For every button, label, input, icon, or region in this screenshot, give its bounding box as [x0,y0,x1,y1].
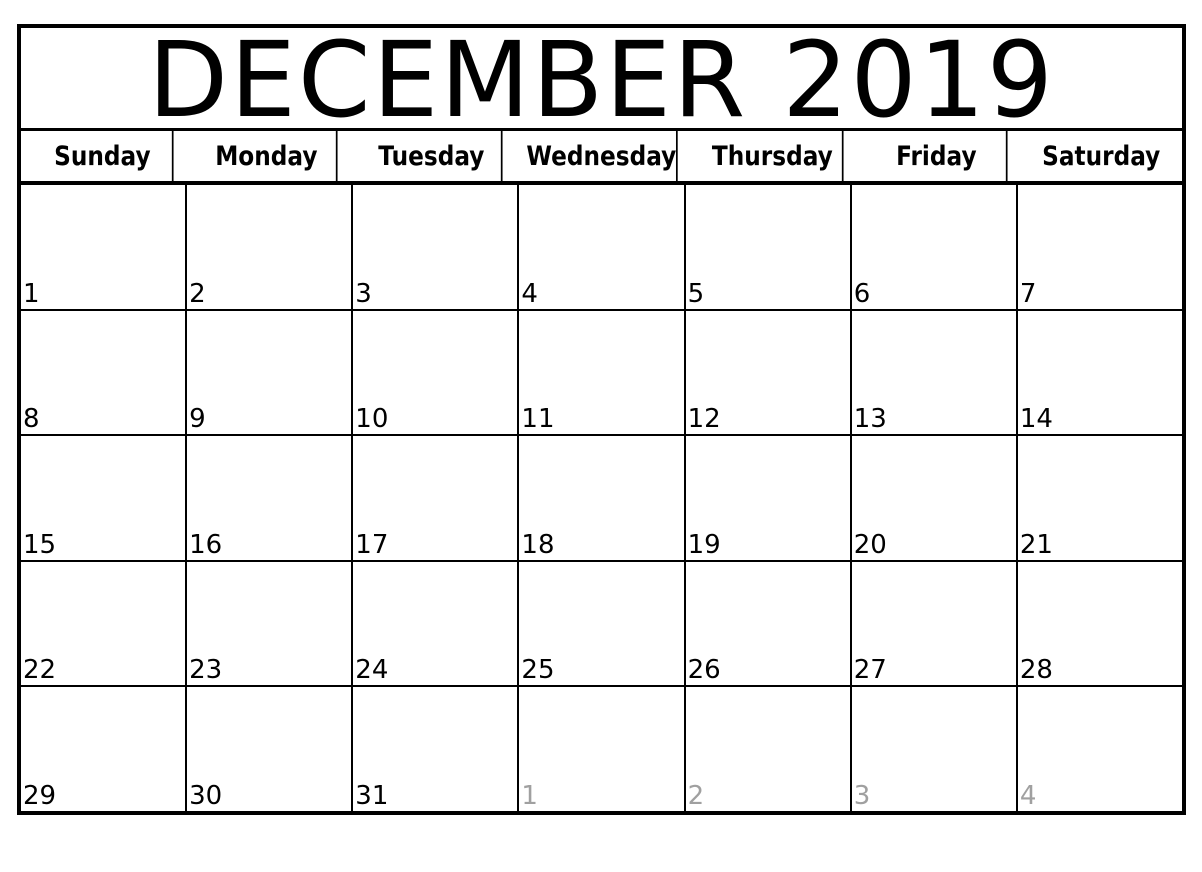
weekday-header-friday: Friday [867,131,1009,181]
weekday-header-sunday: Sunday [33,131,174,181]
day-cell[interactable]: 5 [686,185,852,309]
calendar: DECEMBER 2019 Sunday Monday Tuesday Wednesd… [17,24,1186,815]
day-cell[interactable]: 2 [187,185,354,309]
day-cell[interactable]: 28 [1018,562,1182,686]
day-number: 1 [521,780,538,811]
day-cell[interactable]: 23 [187,561,354,686]
day-number: 28 [1019,655,1053,686]
day-number: 21 [1019,529,1053,560]
day-number: 3 [853,780,871,811]
day-number: 31 [355,780,389,811]
day-cell[interactable]: 11 [519,310,686,435]
day-cell-other-month[interactable]: 3 [852,687,1018,811]
day-cell[interactable]: 15 [21,436,188,560]
calendar-grid: 1 2 3 4 5 6 7 8 9 10 11 12 13 14 15 16 17 18 19 20 21 22 23 24 2… [21,185,1182,811]
day-cell[interactable]: 25 [519,561,686,686]
day-cell[interactable]: 16 [187,436,354,560]
weekday-header-monday: Monday [197,131,339,181]
day-number: 6 [853,278,871,309]
day-cell[interactable]: 9 [187,310,354,435]
day-number: 25 [521,655,555,686]
day-cell-other-month[interactable]: 1 [519,687,686,811]
day-number: 27 [853,655,887,686]
day-cell[interactable]: 20 [852,436,1018,560]
day-number: 30 [189,780,223,811]
day-number: 18 [521,529,555,560]
day-cell[interactable]: 1 [21,185,188,309]
day-cell[interactable]: 31 [353,687,520,811]
day-cell-other-month[interactable]: 2 [686,687,852,811]
day-cell[interactable]: 19 [686,436,852,560]
day-number: 14 [1019,404,1053,435]
week-row: 15 16 17 18 19 20 21 [21,436,1182,562]
day-number: 9 [189,404,206,435]
weekday-header-wednesday: Wednesday [527,131,679,181]
day-number: 8 [23,404,40,435]
week-row: 22 23 24 25 26 27 28 [21,561,1182,688]
day-cell[interactable]: 18 [519,436,686,560]
day-number: 16 [189,529,223,560]
day-number: 1 [23,278,40,309]
day-cell[interactable]: 6 [852,185,1018,309]
day-number: 26 [687,655,721,686]
weekday-header-thursday: Thursday [702,131,844,181]
day-number: 11 [521,404,555,435]
day-number: 20 [853,529,887,560]
day-number: 12 [687,404,721,435]
day-cell[interactable]: 17 [353,436,520,560]
day-number: 2 [189,278,206,309]
day-cell[interactable]: 14 [1018,311,1182,435]
day-cell[interactable]: 27 [852,561,1018,686]
day-number: 10 [355,404,389,435]
day-number: 5 [687,278,705,309]
day-number: 13 [853,404,887,435]
weekday-header-row: Sunday Monday Tuesday Wednesday Thursday Frid… [21,131,1182,185]
weekday-header-tuesday: Tuesday [361,131,503,181]
day-number: 3 [355,278,372,309]
day-cell-other-month[interactable]: 4 [1018,687,1182,811]
weekday-header-saturday: Saturday [1041,140,1160,172]
day-cell[interactable]: 3 [353,185,520,309]
week-row: 1 2 3 4 5 6 7 [21,185,1182,311]
day-cell[interactable]: 10 [353,310,520,435]
day-number: 24 [355,655,389,686]
day-cell[interactable]: 26 [686,561,852,686]
day-number: 17 [355,529,389,560]
day-number: 2 [687,780,705,811]
day-number: 29 [23,780,57,811]
day-cell[interactable]: 22 [21,561,188,686]
day-cell[interactable]: 13 [852,310,1018,435]
week-row: 29 30 31 1 2 3 4 [21,687,1182,811]
day-number: 22 [23,655,57,686]
day-number: 7 [1019,278,1037,309]
day-cell[interactable]: 7 [1018,185,1182,309]
day-number: 23 [189,655,223,686]
day-cell[interactable]: 4 [519,185,686,309]
day-cell[interactable]: 30 [187,687,354,811]
day-cell[interactable]: 12 [686,310,852,435]
calendar-title: DECEMBER 2019 [21,28,1182,132]
day-cell[interactable]: 24 [353,561,520,686]
day-number: 4 [521,278,538,309]
day-cell[interactable]: 29 [21,687,188,811]
day-cell[interactable]: 21 [1018,436,1182,560]
week-row: 8 9 10 11 12 13 14 [21,310,1182,437]
day-number: 19 [687,529,721,560]
day-number: 15 [23,529,57,560]
day-cell[interactable]: 8 [21,310,188,435]
day-number: 4 [1019,780,1037,811]
